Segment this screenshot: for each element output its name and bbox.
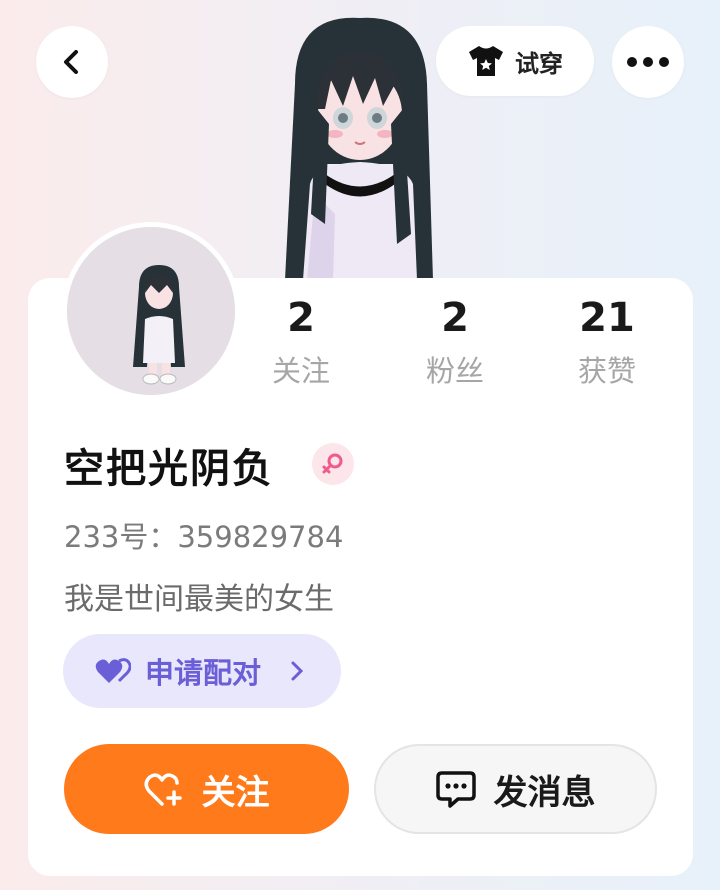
stat-fans[interactable]: 2 粉丝 [395,292,515,390]
username: 空把光阴负 [64,446,274,492]
apply-match-label: 申请配对 [145,656,262,690]
shirt-icon [469,46,503,76]
chevron-left-icon [64,50,78,74]
send-message-label: 发消息 [493,772,596,813]
likes-count: 21 [579,295,635,341]
avatar-image [67,227,235,395]
fans-label: 粉丝 [425,354,484,388]
try-on-label: 试穿 [515,49,563,78]
heart-plus-icon [144,773,182,806]
apply-match-button[interactable]: 申请配对 [63,634,341,708]
following-count: 2 [287,295,315,341]
more-button[interactable] [612,26,684,98]
following-label: 关注 [271,354,330,388]
send-message-button[interactable]: 发消息 [374,744,657,834]
gender-badge [312,443,354,485]
follow-label: 关注 [201,772,270,813]
fans-count: 2 [441,295,469,341]
user-avatar[interactable] [62,222,240,400]
female-icon [322,453,343,474]
stat-likes[interactable]: 21 获赞 [547,292,667,390]
user-id: 233号：359829784 [64,520,344,554]
chevron-right-icon [291,661,304,681]
likes-label: 获赞 [577,354,636,388]
back-button[interactable] [36,26,108,98]
chat-bubble-icon [435,771,476,808]
double-heart-icon [95,658,131,683]
character-avatar-3d[interactable] [255,14,465,280]
follow-button[interactable]: 关注 [64,744,349,834]
more-dots-icon [627,57,669,67]
stat-following[interactable]: 2 关注 [241,292,361,390]
user-bio: 我是世间最美的女生 [64,582,334,617]
